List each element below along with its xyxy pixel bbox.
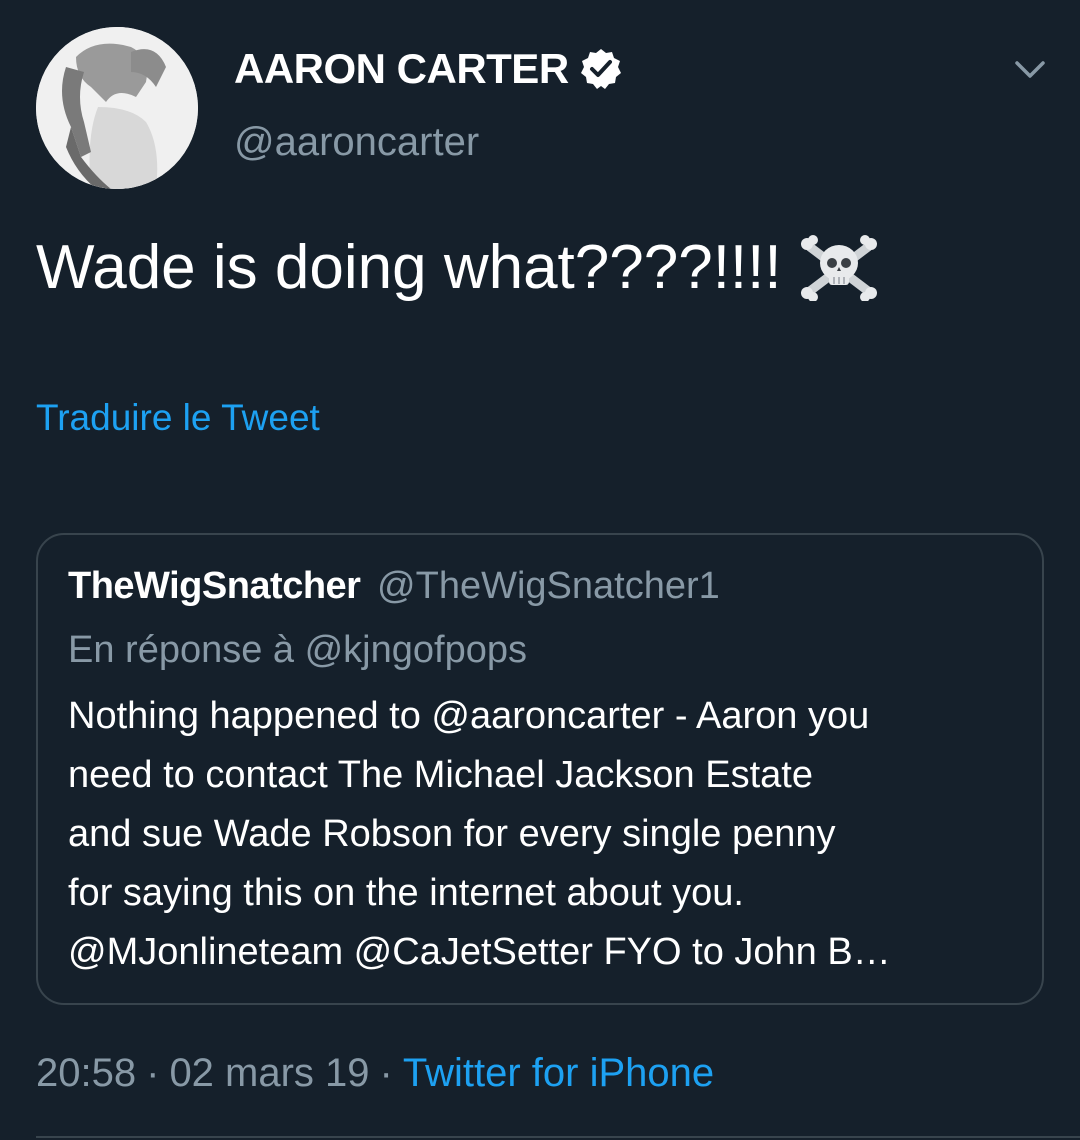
quoted-text-line: need to contact The Michael Jackson Esta… — [68, 754, 813, 796]
chevron-down-icon[interactable] — [1012, 52, 1048, 88]
quoted-tweet-text: Nothing happened to @aaroncarter - Aaron… — [68, 687, 1028, 982]
quoted-tweet-card[interactable]: TheWigSnatcher @TheWigSnatcher1 En répon… — [36, 533, 1044, 1005]
verified-badge-icon — [579, 47, 623, 91]
user-handle[interactable]: @aaroncarter — [234, 120, 479, 165]
quoted-text-line: and sue Wade Robson for every single pen… — [68, 813, 836, 855]
tweet-metadata: 20:58 · 02 mars 19 · Twitter for iPhone — [36, 1051, 714, 1096]
tweet-date[interactable]: 02 mars 19 — [169, 1051, 369, 1095]
display-name-text: AARON CARTER — [234, 45, 569, 92]
display-name[interactable]: AARON CARTER — [234, 45, 623, 93]
meta-separator: · — [146, 1051, 160, 1095]
quoted-text-line: Nothing happened to @aaroncarter - Aaron… — [68, 695, 870, 737]
skull-crossbones-icon — [800, 234, 878, 302]
quoted-reply-to: En réponse à @kjngofpops — [68, 629, 527, 671]
avatar[interactable] — [36, 27, 198, 189]
quoted-display-name: TheWigSnatcher — [68, 565, 361, 607]
tweet-time[interactable]: 20:58 — [36, 1051, 136, 1095]
quoted-text-line: for saying this on the internet about yo… — [68, 872, 744, 914]
tweet-text: Wade is doing what????!!!! — [36, 232, 878, 303]
tweet-detail: AARON CARTER @aaroncarter Wade is doing … — [0, 0, 1080, 1140]
quoted-tweet-header: TheWigSnatcher @TheWigSnatcher1 — [68, 565, 720, 608]
translate-tweet-link[interactable]: Traduire le Tweet — [36, 397, 320, 439]
tweet-text-content: Wade is doing what????!!!! — [36, 233, 782, 302]
quoted-user-handle: @TheWigSnatcher1 — [377, 565, 720, 607]
tweet-source-link[interactable]: Twitter for iPhone — [403, 1051, 714, 1095]
meta-separator: · — [379, 1051, 393, 1095]
divider — [36, 1136, 1080, 1138]
quoted-text-line: @MJonlineteam @CaJetSetter FYO to John B… — [68, 931, 891, 973]
